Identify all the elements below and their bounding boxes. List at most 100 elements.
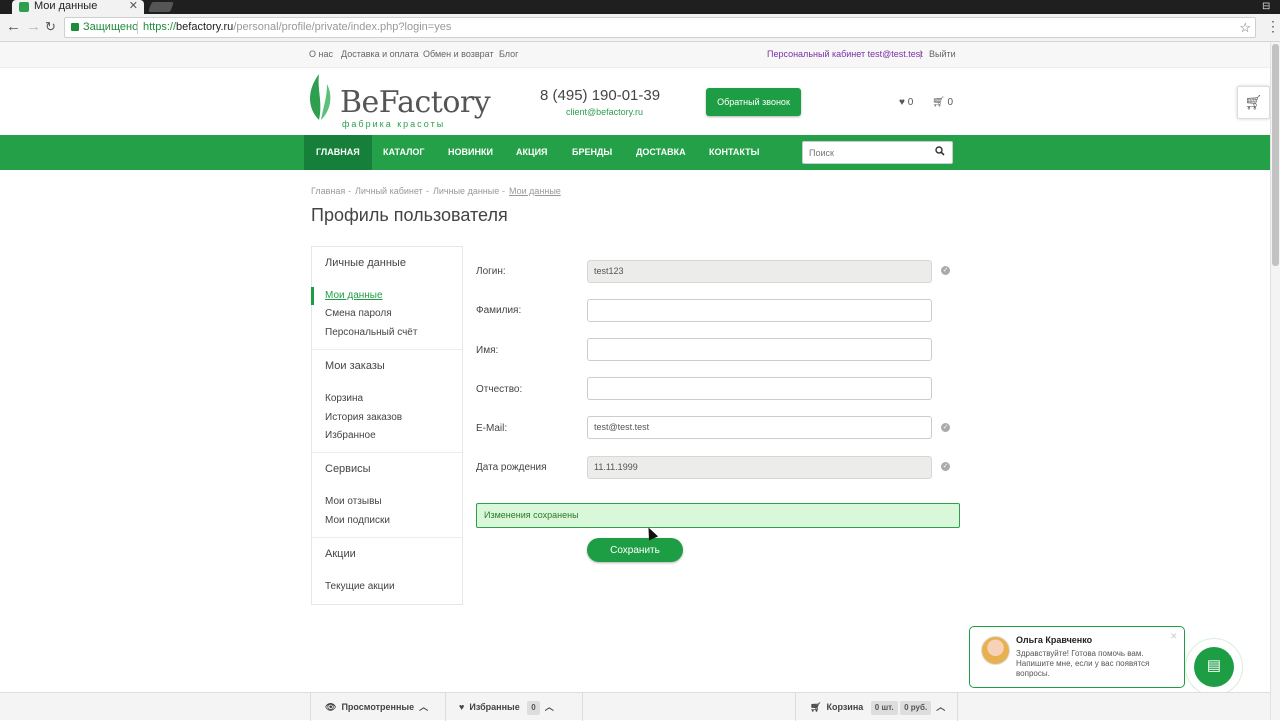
chevron-up-icon: ︿ xyxy=(419,702,429,712)
bottom-panel: 👁︎ Просмотренные ︿ ♥ Избранные 0 ︿ 🛒︎ Ко… xyxy=(0,692,1270,721)
chat-message: Здравствуйте! Готова помочь вам. Напишит… xyxy=(1016,649,1150,678)
active-indicator xyxy=(311,287,314,305)
cart-sum: 0 руб. xyxy=(900,701,932,715)
nav-item-new[interactable]: НОВИНКИ xyxy=(436,135,505,170)
callback-button[interactable]: Обратный звонок xyxy=(706,88,801,116)
breadcrumb-current[interactable]: Мои данные xyxy=(509,186,561,196)
window-controls-icon[interactable]: ⊟ xyxy=(1262,0,1270,13)
first-name-label: Имя: xyxy=(476,345,499,356)
lock-icon xyxy=(71,23,79,31)
chat-close-icon[interactable]: ✕ xyxy=(1170,631,1178,642)
middle-name-field[interactable] xyxy=(587,377,932,400)
logo-text[interactable]: BeFactory xyxy=(340,88,491,118)
check-icon: ✓ xyxy=(941,266,950,275)
viewed-toggle[interactable]: 👁︎ Просмотренные ︿ xyxy=(325,693,428,721)
nav-item-contacts[interactable]: КОНТАКТЫ xyxy=(697,135,771,170)
link-blog[interactable]: Блог xyxy=(499,49,518,59)
sidebar-item-account[interactable]: Персональный счёт xyxy=(325,327,417,338)
link-about[interactable]: О нас xyxy=(309,49,333,59)
search-icon[interactable] xyxy=(935,146,945,156)
favorites-toggle[interactable]: ♥ Избранные 0 ︿ xyxy=(459,693,554,721)
tab-title: Мои данные xyxy=(34,0,98,12)
forward-icon[interactable]: → xyxy=(26,19,41,35)
cart-icon: 🛒︎ xyxy=(810,702,822,712)
nav-item-sale[interactable]: АКЦИЯ xyxy=(504,135,560,170)
breadcrumb-personal[interactable]: Личные данные xyxy=(433,186,499,196)
main-nav: ГЛАВНАЯ КАТАЛОГ НОВИНКИ АКЦИЯ БРЕНДЫ ДОС… xyxy=(0,135,1270,170)
header-phone[interactable]: 8 (495) 190-01-39 xyxy=(540,87,660,104)
email-field[interactable]: test@test.test xyxy=(587,416,932,439)
chevron-up-icon: ︿ xyxy=(544,702,554,712)
breadcrumb-cabinet[interactable]: Личный кабинет xyxy=(355,186,423,196)
logo-tagline: фабрика красоты xyxy=(342,119,446,129)
sidebar-section-title: Мои заказы xyxy=(325,360,385,372)
wishlist-link[interactable]: ♥ 0 xyxy=(899,97,913,108)
first-name-field[interactable] xyxy=(587,338,932,361)
chat-open-button[interactable]: ▤ xyxy=(1185,638,1243,696)
last-name-field[interactable] xyxy=(587,299,932,322)
sidebar: Личные данные Мои данные Смена пароля Пе… xyxy=(311,246,463,605)
link-exchange[interactable]: Обмен и возврат xyxy=(423,49,494,59)
reload-icon[interactable]: ↻ xyxy=(45,19,56,35)
nav-item-catalog[interactable]: КАТАЛОГ xyxy=(371,135,437,170)
nav-item-home[interactable]: ГЛАВНАЯ xyxy=(304,135,372,170)
sidebar-item-cart[interactable]: Корзина xyxy=(325,393,363,404)
browser-tab[interactable]: Мои данные ✕ xyxy=(12,0,144,14)
login-field[interactable]: test123 xyxy=(587,260,932,283)
chat-bubble-icon: ▤ xyxy=(1194,647,1234,687)
eye-icon: 👁︎ xyxy=(325,702,337,712)
wishlist-count: 0 xyxy=(907,97,914,108)
save-button[interactable]: Сохранить xyxy=(587,538,683,562)
back-icon[interactable]: ← xyxy=(6,19,21,35)
nav-item-brands[interactable]: БРЕНДЫ xyxy=(560,135,624,170)
sidebar-item-my-data[interactable]: Мои данные xyxy=(325,290,383,301)
top-links-bar: О нас Доставка и оплата Обмен и возврат … xyxy=(0,42,1270,68)
floating-cart-button[interactable]: 🛒︎ xyxy=(1237,86,1270,119)
link-logout[interactable]: Выйти xyxy=(929,49,956,59)
chat-agent-name: Ольга Кравченко xyxy=(1016,635,1093,645)
birthdate-label: Дата рождения xyxy=(476,462,547,473)
nav-item-delivery[interactable]: ДОСТАВКА xyxy=(624,135,698,170)
tab-close-icon[interactable]: ✕ xyxy=(129,0,138,13)
logo-leaf-icon[interactable] xyxy=(305,72,333,122)
heart-icon: ♥ xyxy=(459,702,465,712)
new-tab-button[interactable] xyxy=(148,2,174,12)
check-icon: ✓ xyxy=(941,423,950,432)
sidebar-item-change-password[interactable]: Смена пароля xyxy=(325,308,392,319)
sidebar-item-subscriptions[interactable]: Мои подписки xyxy=(325,515,390,526)
cart-qty: 0 шт. xyxy=(870,701,898,715)
cart-toggle[interactable]: 🛒︎ Корзина 0 шт. 0 руб. ︿ xyxy=(810,693,945,721)
search-input[interactable] xyxy=(802,141,953,164)
birthdate-field[interactable]: 11.11.1999 xyxy=(587,456,932,479)
email-label: E-Mail: xyxy=(476,423,508,434)
browser-menu-icon[interactable]: ⋮ xyxy=(1266,18,1280,35)
chevron-up-icon: ︿ xyxy=(936,702,946,712)
heart-icon: ♥ xyxy=(899,97,905,108)
breadcrumb-home[interactable]: Главная xyxy=(311,186,345,196)
sidebar-item-reviews[interactable]: Мои отзывы xyxy=(325,496,382,507)
chat-popup[interactable]: Ольга Кравченко Здравствуйте! Готова пом… xyxy=(969,626,1185,688)
sidebar-section-title: Личные данные xyxy=(325,257,406,269)
login-label: Логин: xyxy=(476,266,506,277)
page-title: Профиль пользователя xyxy=(311,205,508,225)
url-input[interactable]: Защищено https://befactory.ru/personal/p… xyxy=(64,17,1256,38)
scrollbar-thumb[interactable] xyxy=(1272,44,1279,266)
favicon-icon xyxy=(19,2,29,12)
cart-icon: 🛒︎ xyxy=(932,97,945,108)
sidebar-item-favorites[interactable]: Избранное xyxy=(325,430,376,441)
header-email[interactable]: client@befactory.ru xyxy=(566,107,643,117)
sidebar-item-order-history[interactable]: История заказов xyxy=(325,412,402,423)
link-delivery[interactable]: Доставка и оплата xyxy=(341,49,419,59)
browser-tab-bar: Мои данные ✕ ⊟ xyxy=(0,0,1280,14)
link-personal-cabinet[interactable]: Персональный кабинет test@test.test xyxy=(767,49,923,59)
bookmark-star-icon[interactable]: ☆ xyxy=(1239,18,1251,37)
success-message: Изменения сохранены xyxy=(476,503,960,528)
sidebar-item-current-promos[interactable]: Текущие акции xyxy=(325,581,395,592)
header-cart-link[interactable]: 🛒︎ 0 xyxy=(932,97,953,108)
avatar xyxy=(981,636,1010,665)
url-text: https://befactory.ru/personal/profile/pr… xyxy=(143,21,452,33)
sidebar-section-title: Акции xyxy=(325,548,356,560)
sidebar-section-title: Сервисы xyxy=(325,463,371,475)
cart-count: 0 xyxy=(947,97,954,108)
check-icon: ✓ xyxy=(941,462,950,471)
